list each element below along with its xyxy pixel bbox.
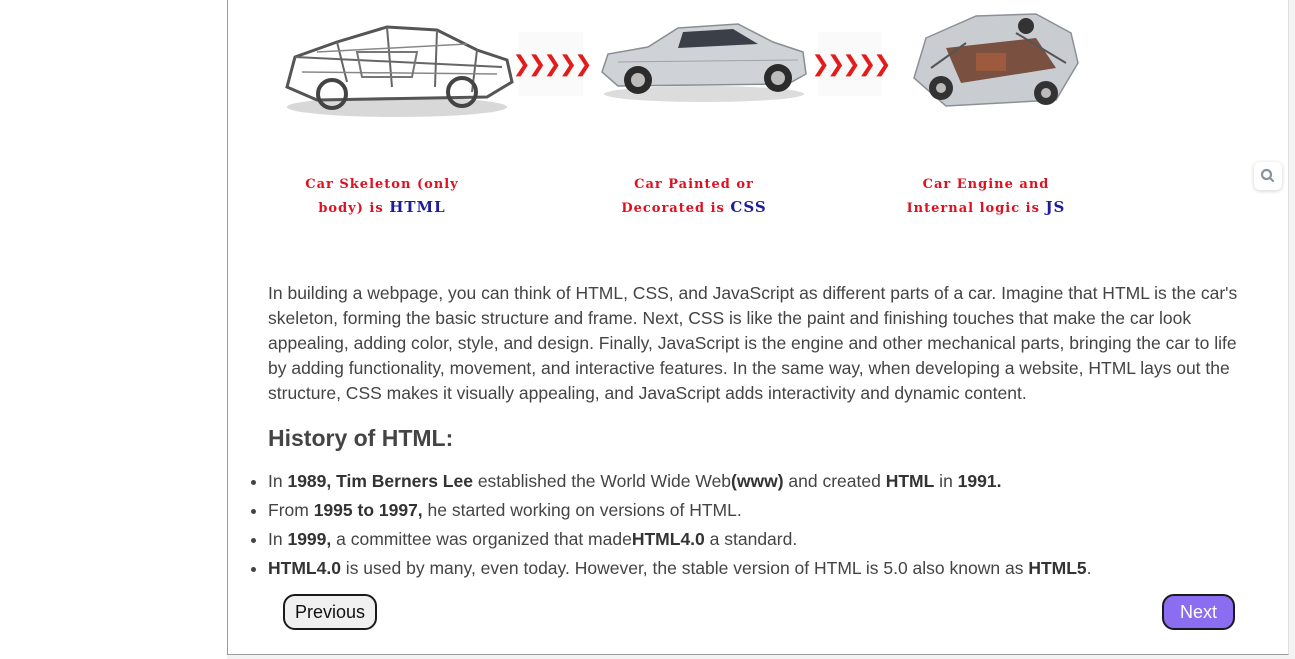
right-scroll-strip [1289,0,1295,659]
caption-line2: Internal logic is [906,201,1046,216]
caption-css: Car Painted or Decorated is CSS [594,174,794,220]
arrow-right-icon: ❯❯❯❯❯ [512,32,593,96]
arrow-right-icon: ❯❯❯❯❯ [811,32,892,96]
list-item: In 1989, Tim Berners Lee established the… [268,467,1092,496]
intro-paragraph: In building a webpage, you can think of … [268,283,1238,403]
caption-highlight: CSS [730,198,767,216]
caption-line1: Car Skeleton (only [305,177,459,192]
car-skeleton-image [285,25,514,117]
history-list: In 1989, Tim Berners Lee established the… [250,467,1092,583]
caption-highlight: JS [1045,198,1066,216]
list-item: From 1995 to 1997, he started working on… [268,496,1092,525]
floating-search-button[interactable] [1254,162,1282,190]
caption-line2: body) is [318,201,390,216]
caption-line2: Decorated is [621,201,731,216]
arrow-glyph: ❯❯❯❯❯ [512,51,592,77]
car-engine-image [913,13,1079,107]
caption-line1: Car Engine and [922,177,1050,192]
list-item: HTML4.0 is used by many, even today. How… [268,554,1092,583]
search-icon [1260,168,1275,183]
car-painted-image [601,23,807,102]
caption-line1: Car Painted or [634,177,754,192]
previous-button[interactable]: Previous [283,594,377,630]
caption-js: Car Engine and Internal logic is JS [886,174,1086,220]
caption-html: Car Skeleton (only body) is HTML [282,174,482,220]
list-item: In 1999, a committee was organized that … [268,525,1092,554]
history-heading: History of HTML: [268,425,454,451]
next-button[interactable]: Next [1162,594,1235,630]
arrow-glyph: ❯❯❯❯❯ [811,51,891,77]
left-pane [0,0,227,659]
caption-highlight: HTML [389,198,446,216]
